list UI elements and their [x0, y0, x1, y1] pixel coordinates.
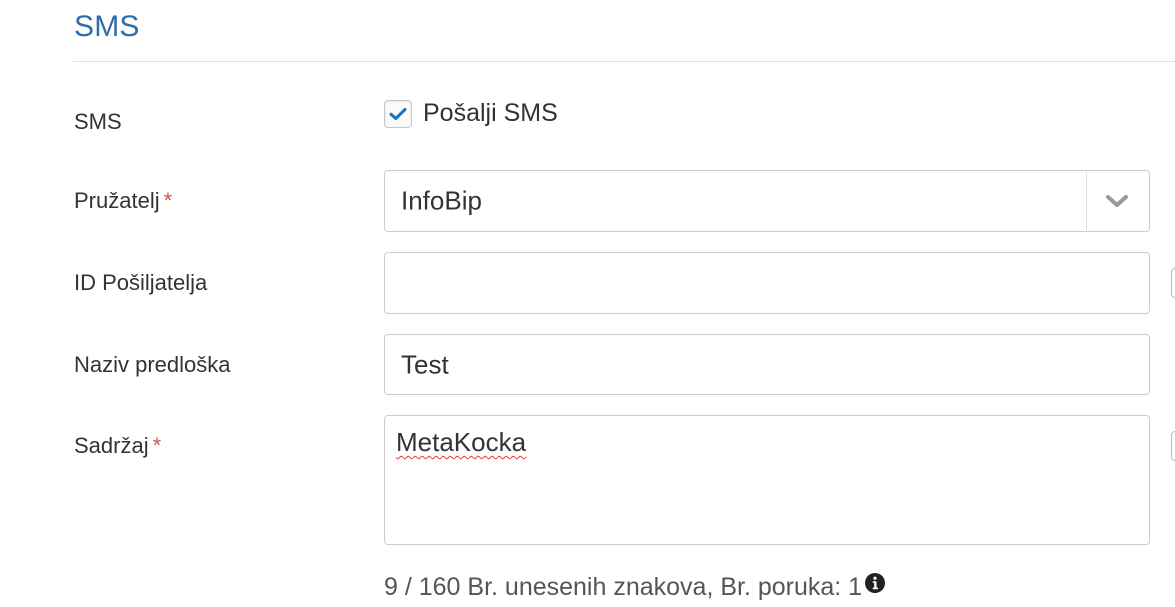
- provider-select[interactable]: InfoBip: [384, 170, 1150, 232]
- required-marker: *: [152, 433, 162, 458]
- sender-id-side-button[interactable]: [1171, 268, 1175, 298]
- content-label-text: Sadržaj: [74, 433, 149, 458]
- section-title: SMS: [74, 10, 140, 43]
- content-label: Sadržaj *: [74, 433, 161, 459]
- sms-label: SMS: [74, 109, 122, 134]
- select-divider: [1086, 172, 1087, 230]
- provider-select-value: InfoBip: [401, 185, 482, 216]
- sender-id-input[interactable]: [384, 252, 1150, 314]
- provider-label: Pružatelj *: [74, 188, 172, 214]
- content-textarea-value: MetaKocka: [396, 427, 527, 457]
- section-divider: [73, 61, 1175, 62]
- template-name-label: Naziv predloška: [74, 352, 231, 377]
- send-sms-checkbox-group[interactable]: Pošalji SMS: [384, 99, 558, 128]
- content-textarea[interactable]: MetaKocka: [384, 415, 1150, 545]
- send-sms-label[interactable]: Pošalji SMS: [423, 99, 558, 128]
- provider-label-text: Pružatelj: [74, 188, 160, 213]
- character-counter-text: 9 / 160 Br. unesenih znakova, Br. poruka…: [384, 573, 863, 601]
- character-counter: 9 / 160 Br. unesenih znakova, Br. poruka…: [384, 573, 886, 602]
- chevron-down-icon[interactable]: [1105, 193, 1129, 209]
- required-marker: *: [163, 188, 173, 213]
- sender-id-label: ID Pošiljatelja: [74, 270, 208, 295]
- template-name-value: Test: [401, 349, 449, 379]
- template-name-input[interactable]: Test: [384, 334, 1150, 395]
- content-side-button[interactable]: [1171, 431, 1175, 461]
- check-icon: [389, 107, 407, 120]
- info-icon[interactable]: [864, 572, 886, 594]
- send-sms-checkbox[interactable]: [384, 99, 412, 128]
- sms-settings-panel: SMS SMS Pošalji SMS Pružatelj * InfoBip I…: [0, 0, 1175, 607]
